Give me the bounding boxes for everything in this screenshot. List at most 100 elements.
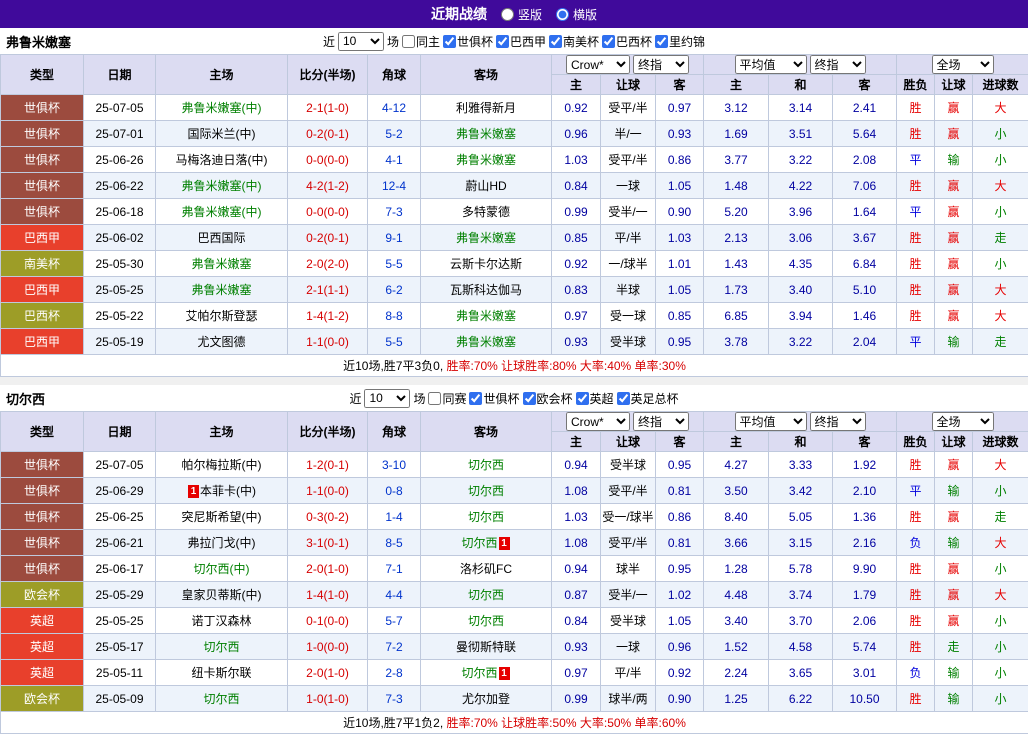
league-filter-3[interactable]: 巴西杯: [602, 33, 652, 50]
same-filter[interactable]: 同赛: [428, 390, 466, 407]
home-team-name[interactable]: 切尔西(中): [194, 562, 250, 576]
away-team-cell: 弗鲁米嫩塞: [421, 121, 552, 147]
away-team-name[interactable]: 弗鲁米嫩塞: [456, 309, 516, 323]
away-team-name[interactable]: 切尔西: [461, 666, 497, 680]
league-filter-4[interactable]: 里约锦: [655, 33, 705, 50]
league-badge: 世俱杯: [1, 478, 84, 504]
result-goals: 大: [973, 173, 1028, 199]
away-team-name[interactable]: 切尔西: [468, 510, 504, 524]
result-outcome: 胜: [897, 225, 935, 251]
euro-average-select[interactable]: 平均值: [735, 412, 807, 431]
corners: 4-1: [368, 147, 421, 173]
away-team-name[interactable]: 弗鲁米嫩塞: [456, 127, 516, 141]
away-team-name[interactable]: 切尔西: [468, 458, 504, 472]
corners: 7-2: [368, 634, 421, 660]
away-team-name[interactable]: 弗鲁米嫩塞: [456, 335, 516, 349]
away-team-name[interactable]: 切尔西: [468, 588, 504, 602]
home-team-name[interactable]: 本菲卡(中): [200, 484, 256, 498]
bookmaker-select[interactable]: Crow*: [566, 412, 630, 431]
horizontal-layout-radio[interactable]: [556, 8, 569, 21]
recent-count-select[interactable]: 10: [364, 389, 410, 408]
away-team-name[interactable]: 曼彻斯特联: [456, 640, 516, 654]
scope-select[interactable]: 全场: [932, 412, 994, 431]
league-filter-3-box[interactable]: [617, 392, 630, 405]
same-filter[interactable]: 同主: [402, 33, 440, 50]
away-team-name[interactable]: 洛杉矶FC: [460, 562, 512, 576]
away-team-name[interactable]: 切尔西: [468, 484, 504, 498]
home-team-name[interactable]: 帕尔梅拉斯(中): [182, 458, 262, 472]
league-filter-2[interactable]: 南美杯: [549, 33, 599, 50]
league-filter-1-box[interactable]: [496, 35, 509, 48]
corners: 12-4: [368, 173, 421, 199]
home-team-name[interactable]: 弗鲁米嫩塞(中): [182, 101, 262, 115]
asian-away-odds: 0.81: [656, 478, 704, 504]
euro-final-odds-select[interactable]: 终指: [810, 412, 866, 431]
home-team-name[interactable]: 尤文图德: [197, 335, 245, 349]
league-filter-3-box[interactable]: [602, 35, 615, 48]
away-team-name[interactable]: 瓦斯科达伽马: [450, 283, 522, 297]
league-filter-2[interactable]: 英超: [576, 390, 614, 407]
asian-home-odds: 1.03: [552, 504, 601, 530]
league-filter-4-box[interactable]: [655, 35, 668, 48]
home-team-name[interactable]: 弗鲁米嫩塞: [191, 283, 251, 297]
home-team-name[interactable]: 切尔西: [203, 692, 239, 706]
league-filter-3[interactable]: 英足总杯: [617, 390, 679, 407]
same-filter-box[interactable]: [402, 35, 415, 48]
away-team-name[interactable]: 尤尔加登: [462, 692, 510, 706]
bookmaker-select[interactable]: Crow*: [566, 55, 630, 74]
away-team-name[interactable]: 多特蒙德: [462, 205, 510, 219]
home-team-name[interactable]: 国际米兰(中): [188, 127, 256, 141]
away-team-name[interactable]: 云斯卡尔达斯: [450, 257, 522, 271]
same-filter-box[interactable]: [428, 392, 441, 405]
away-team-name[interactable]: 弗鲁米嫩塞: [456, 153, 516, 167]
euro-average-select[interactable]: 平均值: [735, 55, 807, 74]
home-team-name[interactable]: 马梅洛迪日落(中): [176, 153, 268, 167]
home-team-name[interactable]: 诺丁汉森林: [191, 614, 251, 628]
home-team-name[interactable]: 弗鲁米嫩塞(中): [182, 179, 262, 193]
home-team-cell: 切尔西: [156, 686, 288, 712]
league-filter-2-box[interactable]: [549, 35, 562, 48]
asian-final-odds-select[interactable]: 终指: [633, 55, 689, 74]
home-team-name[interactable]: 艾帕尔斯登瑟: [185, 309, 257, 323]
euro-final-odds-select[interactable]: 终指: [810, 55, 866, 74]
league-filter-1-box[interactable]: [523, 392, 536, 405]
home-team-name[interactable]: 弗拉门戈(中): [188, 536, 256, 550]
result-goals: 小: [973, 147, 1028, 173]
home-team-name[interactable]: 弗鲁米嫩塞: [191, 257, 251, 271]
score: 1-0(0-0): [288, 634, 368, 660]
away-team-name[interactable]: 切尔西: [461, 536, 497, 550]
league-filter-1[interactable]: 欧会杯: [523, 390, 573, 407]
euro-home-odds: 3.77: [704, 147, 769, 173]
home-team-name[interactable]: 切尔西: [203, 640, 239, 654]
away-team-name[interactable]: 利雅得新月: [456, 101, 516, 115]
home-team-name[interactable]: 突尼斯希望(中): [182, 510, 262, 524]
asian-away-odds: 0.90: [656, 686, 704, 712]
score: 0-1(0-0): [288, 608, 368, 634]
result-handicap: 输: [935, 660, 973, 686]
away-team-name[interactable]: 切尔西: [468, 614, 504, 628]
asian-sub-header: 主: [552, 432, 601, 452]
home-team-name[interactable]: 弗鲁米嫩塞(中): [182, 205, 262, 219]
mode-option-horizontal[interactable]: 横版: [556, 6, 597, 23]
euro-away-odds: 5.74: [833, 634, 897, 660]
mode-option-vertical[interactable]: 竖版: [501, 6, 542, 23]
score: 0-2(0-1): [288, 225, 368, 251]
league-filter-0-box[interactable]: [443, 35, 456, 48]
result-outcome: 胜: [897, 608, 935, 634]
home-team-name[interactable]: 皇家贝蒂斯(中): [182, 588, 262, 602]
asian-final-odds-select[interactable]: 终指: [633, 412, 689, 431]
away-team-name[interactable]: 蔚山HD: [465, 179, 506, 193]
league-badge: 世俱杯: [1, 504, 84, 530]
home-team-name[interactable]: 巴西国际: [197, 231, 245, 245]
home-team-cell: 艾帕尔斯登瑟: [156, 303, 288, 329]
home-team-name[interactable]: 纽卡斯尔联: [191, 666, 251, 680]
scope-select[interactable]: 全场: [932, 55, 994, 74]
recent-count-select[interactable]: 10: [338, 32, 384, 51]
vertical-layout-radio[interactable]: [501, 8, 514, 21]
league-filter-1[interactable]: 巴西甲: [496, 33, 546, 50]
league-filter-0-box[interactable]: [469, 392, 482, 405]
league-filter-0[interactable]: 世俱杯: [469, 390, 519, 407]
away-team-name[interactable]: 弗鲁米嫩塞: [456, 231, 516, 245]
league-filter-0[interactable]: 世俱杯: [443, 33, 493, 50]
league-filter-2-box[interactable]: [576, 392, 589, 405]
